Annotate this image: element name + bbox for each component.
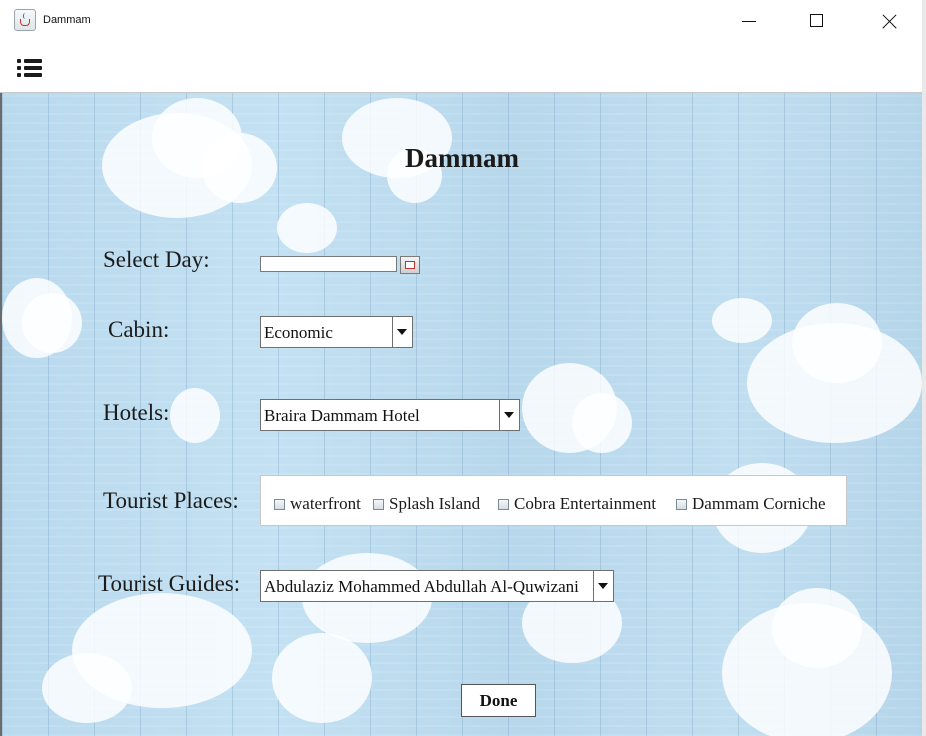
- java-coffee-cup-icon: [14, 9, 36, 31]
- tourist-places-panel: waterfront Splash Island Cobra Entertain…: [260, 475, 847, 526]
- select-day-label: Select Day:: [103, 247, 210, 272]
- window-title: Dammam: [43, 14, 91, 26]
- checkbox-dammam-corniche[interactable]: Dammam Corniche: [676, 494, 826, 514]
- chevron-down-icon[interactable]: [499, 400, 519, 430]
- checkbox-label: waterfront: [290, 494, 361, 513]
- checkbox-label: Dammam Corniche: [692, 494, 826, 513]
- tourist-guides-dropdown[interactable]: Abdulaziz Mohammed Abdullah Al-Quwizani: [260, 570, 614, 602]
- hotels-dropdown[interactable]: Braira Dammam Hotel: [260, 399, 520, 431]
- calendar-button[interactable]: [400, 256, 420, 274]
- cabin-label: Cabin:: [108, 317, 170, 342]
- checkbox-splash-island[interactable]: Splash Island: [373, 494, 480, 514]
- cabin-selected-value: Economic: [264, 323, 333, 342]
- chevron-down-icon[interactable]: [392, 317, 412, 347]
- menu-bar: [0, 42, 926, 93]
- checkbox-label: Splash Island: [389, 494, 481, 513]
- tourist-guides-label: Tourist Guides:: [98, 571, 241, 596]
- tourist-places-label: Tourist Places:: [103, 488, 239, 513]
- checkbox-cobra-entertainment[interactable]: Cobra Entertainment: [498, 494, 656, 514]
- chevron-down-icon[interactable]: [593, 571, 613, 601]
- window-left-border: [0, 93, 2, 736]
- title-bar: Dammam: [0, 0, 926, 42]
- hotels-selected-value: Braira Dammam Hotel: [264, 406, 420, 425]
- maximize-button[interactable]: [794, 8, 840, 36]
- close-button[interactable]: [864, 8, 910, 36]
- done-button[interactable]: Done: [461, 684, 536, 717]
- window-right-border: [922, 0, 926, 736]
- tourist-guides-selected-value: Abdulaziz Mohammed Abdullah Al-Quwizani: [264, 577, 579, 596]
- minimize-button[interactable]: [726, 8, 772, 36]
- page-title: Dammam: [405, 143, 519, 173]
- hotels-label: Hotels:: [103, 400, 170, 425]
- checkbox-icon[interactable]: [274, 499, 285, 510]
- checkbox-icon[interactable]: [676, 499, 687, 510]
- calendar-icon: [405, 261, 415, 269]
- checkbox-icon[interactable]: [373, 499, 384, 510]
- select-day-input[interactable]: [260, 256, 397, 272]
- checkbox-icon[interactable]: [498, 499, 509, 510]
- menu-list-icon[interactable]: [17, 58, 43, 78]
- checkbox-label: Cobra Entertainment: [514, 494, 657, 513]
- checkbox-waterfront[interactable]: waterfront: [274, 494, 361, 514]
- cabin-dropdown[interactable]: Economic: [260, 316, 413, 348]
